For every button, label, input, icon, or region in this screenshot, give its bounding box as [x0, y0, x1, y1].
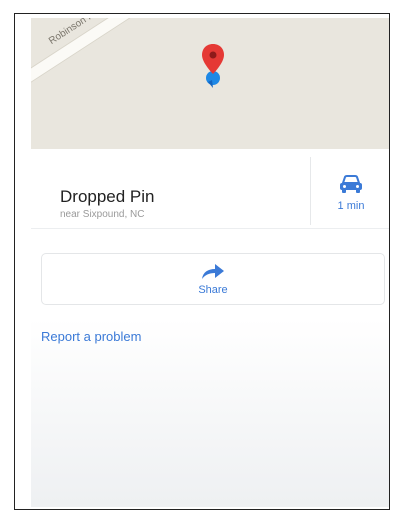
divider [310, 157, 311, 225]
place-info: Dropped Pin near Sixpound, NC 1 min [31, 149, 389, 229]
dropped-pin-icon[interactable] [199, 44, 229, 94]
share-label: Share [198, 284, 228, 296]
report-problem-link[interactable]: Report a problem [41, 329, 141, 344]
drive-time: 1 min [337, 200, 365, 212]
share-button[interactable]: Share [41, 253, 385, 305]
place-card: Robinson Ferry Dropped Pin near Sixpound… [31, 18, 389, 507]
drive-directions-button[interactable]: 1 min [320, 174, 382, 220]
car-icon [340, 175, 362, 193]
map-view[interactable]: Robinson Ferry [31, 18, 389, 149]
place-title: Dropped Pin [60, 187, 155, 206]
road [31, 18, 181, 100]
share-arrow-icon [202, 264, 224, 279]
place-subtitle: near Sixpound, NC [60, 209, 145, 220]
screenshot-frame: Robinson Ferry Dropped Pin near Sixpound… [14, 13, 390, 510]
